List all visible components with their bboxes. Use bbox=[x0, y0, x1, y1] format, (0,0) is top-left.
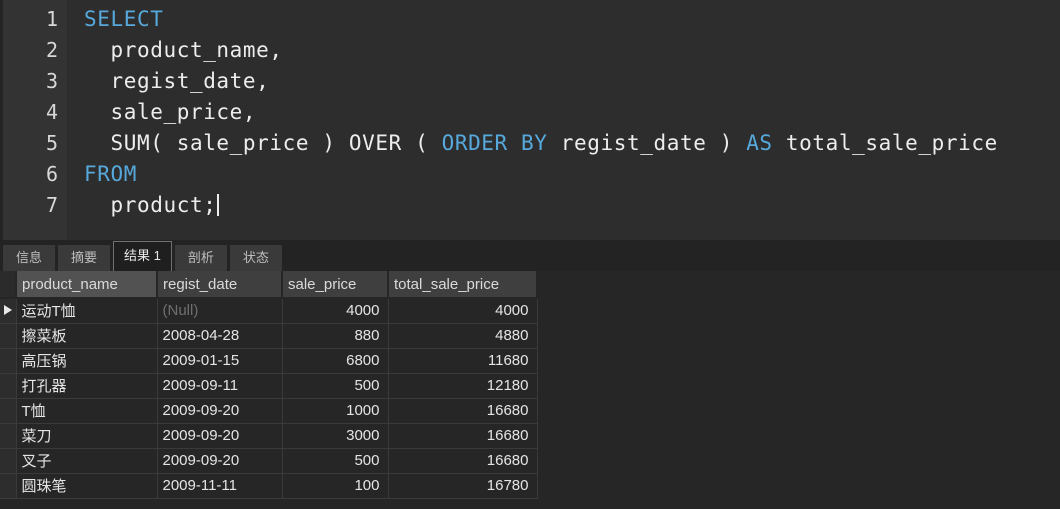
sql-editor-pane: 1 2 3 4 5 6 7 SELECT product_name, regist_date… bbox=[0, 0, 1060, 240]
line-number: 1 bbox=[45, 7, 58, 31]
cell-product-name[interactable]: 擦菜板 bbox=[16, 323, 158, 349]
code-line[interactable]: product_name, bbox=[84, 35, 1060, 66]
cell-product-name[interactable]: 高压锅 bbox=[16, 348, 158, 374]
table-row: 菜刀 2009-09-20 3000 16680 bbox=[0, 423, 538, 449]
table-row: 圆珠笔 2009-11-11 100 16780 bbox=[0, 473, 538, 499]
cell-sale-price[interactable]: 1000 bbox=[282, 398, 389, 424]
tab-bar: 信息 摘要 结果 1 剖析 状态 bbox=[0, 240, 1060, 271]
line-number: 6 bbox=[45, 162, 58, 186]
line-number: 7 bbox=[45, 193, 58, 217]
line-number: 2 bbox=[45, 38, 58, 62]
sql-text: SUM( sale_price ) OVER ( bbox=[84, 131, 442, 155]
sql-keyword: SELECT bbox=[84, 7, 164, 31]
cell-regist-date[interactable]: 2009-09-20 bbox=[157, 423, 283, 449]
cell-regist-date[interactable]: 2008-04-28 bbox=[157, 323, 283, 349]
cell-sale-price[interactable]: 6800 bbox=[282, 348, 389, 374]
column-header-regist-date[interactable]: regist_date bbox=[157, 271, 283, 299]
sql-text: regist_date ) bbox=[547, 131, 747, 155]
line-number-gutter: 1 2 3 4 5 6 7 bbox=[0, 0, 67, 240]
cell-total-sale-price[interactable]: 11680 bbox=[388, 348, 538, 374]
line-number: 4 bbox=[45, 100, 58, 124]
sql-text: product_name, bbox=[84, 38, 283, 62]
cell-total-sale-price[interactable]: 16680 bbox=[388, 423, 538, 449]
cell-sale-price[interactable]: 880 bbox=[282, 323, 389, 349]
sql-text: regist_date, bbox=[84, 69, 270, 93]
table-row: 打孔器 2009-09-11 500 12180 bbox=[0, 373, 538, 399]
code-line[interactable]: FROM bbox=[84, 159, 1060, 190]
table-row: 擦菜板 2008-04-28 880 4880 bbox=[0, 323, 538, 349]
results-panel: product_name regist_date sale_price total_s… bbox=[0, 271, 1060, 509]
cell-total-sale-price[interactable]: 16680 bbox=[388, 448, 538, 474]
cell-regist-date[interactable]: 2009-09-11 bbox=[157, 373, 283, 399]
row-selector[interactable] bbox=[0, 473, 17, 499]
code-line[interactable]: regist_date, bbox=[84, 66, 1060, 97]
code-line[interactable]: SELECT bbox=[84, 4, 1060, 35]
cell-sale-price[interactable]: 100 bbox=[282, 473, 389, 499]
tab-status[interactable]: 状态 bbox=[229, 245, 282, 271]
cell-product-name[interactable]: T恤 bbox=[16, 398, 158, 424]
table-row: 高压锅 2009-01-15 6800 11680 bbox=[0, 348, 538, 374]
row-selector[interactable] bbox=[0, 348, 17, 374]
sql-keyword: ORDER BY bbox=[441, 131, 548, 155]
row-selector[interactable] bbox=[0, 448, 17, 474]
sql-keyword: FROM bbox=[84, 162, 137, 186]
current-row-marker bbox=[3, 305, 12, 316]
row-selector[interactable] bbox=[0, 298, 17, 324]
cell-total-sale-price[interactable]: 12180 bbox=[388, 373, 538, 399]
cell-product-name[interactable]: 运动T恤 bbox=[16, 298, 158, 324]
tab-result-1[interactable]: 结果 1 bbox=[113, 241, 172, 271]
code-area[interactable]: SELECT product_name, regist_date, sale_p… bbox=[67, 0, 1060, 240]
line-number: 3 bbox=[45, 69, 58, 93]
cell-regist-date[interactable]: 2009-09-20 bbox=[157, 448, 283, 474]
text-cursor bbox=[217, 194, 220, 216]
cell-sale-price[interactable]: 500 bbox=[282, 448, 389, 474]
cell-total-sale-price[interactable]: 16680 bbox=[388, 398, 538, 424]
code-line[interactable]: sale_price, bbox=[84, 97, 1060, 128]
sql-text: sale_price, bbox=[84, 100, 257, 124]
sql-text: total_sale_price bbox=[772, 131, 998, 155]
tab-summary[interactable]: 摘要 bbox=[58, 245, 110, 271]
table-row: T恤 2009-09-20 1000 16680 bbox=[0, 398, 538, 424]
row-selector[interactable] bbox=[0, 398, 17, 424]
tab-info[interactable]: 信息 bbox=[3, 245, 55, 271]
tab-profile[interactable]: 剖析 bbox=[174, 245, 227, 271]
column-header-product-name[interactable]: product_name bbox=[16, 271, 158, 299]
code-line[interactable]: product; bbox=[84, 190, 1060, 221]
cell-regist-date[interactable]: 2009-01-15 bbox=[157, 348, 283, 374]
cell-product-name[interactable]: 叉子 bbox=[16, 448, 158, 474]
table-row: 叉子 2009-09-20 500 16680 bbox=[0, 448, 538, 474]
row-selector-header bbox=[0, 271, 17, 299]
cell-sale-price[interactable]: 500 bbox=[282, 373, 389, 399]
line-number: 5 bbox=[45, 131, 58, 155]
row-selector[interactable] bbox=[0, 373, 17, 399]
cell-product-name[interactable]: 打孔器 bbox=[16, 373, 158, 399]
cell-total-sale-price[interactable]: 4000 bbox=[388, 298, 538, 324]
grid-header-row: product_name regist_date sale_price total_s… bbox=[0, 271, 538, 299]
code-line[interactable]: SUM( sale_price ) OVER ( ORDER BY regist… bbox=[84, 128, 1060, 159]
sql-keyword: AS bbox=[746, 131, 773, 155]
cell-total-sale-price[interactable]: 16780 bbox=[388, 473, 538, 499]
sql-text: product; bbox=[84, 193, 217, 217]
table-row: 运动T恤 (Null) 4000 4000 bbox=[0, 298, 538, 324]
row-selector[interactable] bbox=[0, 323, 17, 349]
column-header-sale-price[interactable]: sale_price bbox=[282, 271, 389, 299]
cell-regist-date[interactable]: 2009-09-20 bbox=[157, 398, 283, 424]
cell-regist-date[interactable]: 2009-11-11 bbox=[157, 473, 283, 499]
column-header-total-sale-price[interactable]: total_sale_price bbox=[388, 271, 538, 299]
cell-sale-price[interactable]: 4000 bbox=[282, 298, 389, 324]
cell-regist-date[interactable]: (Null) bbox=[157, 298, 283, 324]
row-selector[interactable] bbox=[0, 423, 17, 449]
cell-sale-price[interactable]: 3000 bbox=[282, 423, 389, 449]
cell-product-name[interactable]: 圆珠笔 bbox=[16, 473, 158, 499]
cell-total-sale-price[interactable]: 4880 bbox=[388, 323, 538, 349]
cell-product-name[interactable]: 菜刀 bbox=[16, 423, 158, 449]
results-grid: product_name regist_date sale_price total_s… bbox=[0, 271, 538, 499]
